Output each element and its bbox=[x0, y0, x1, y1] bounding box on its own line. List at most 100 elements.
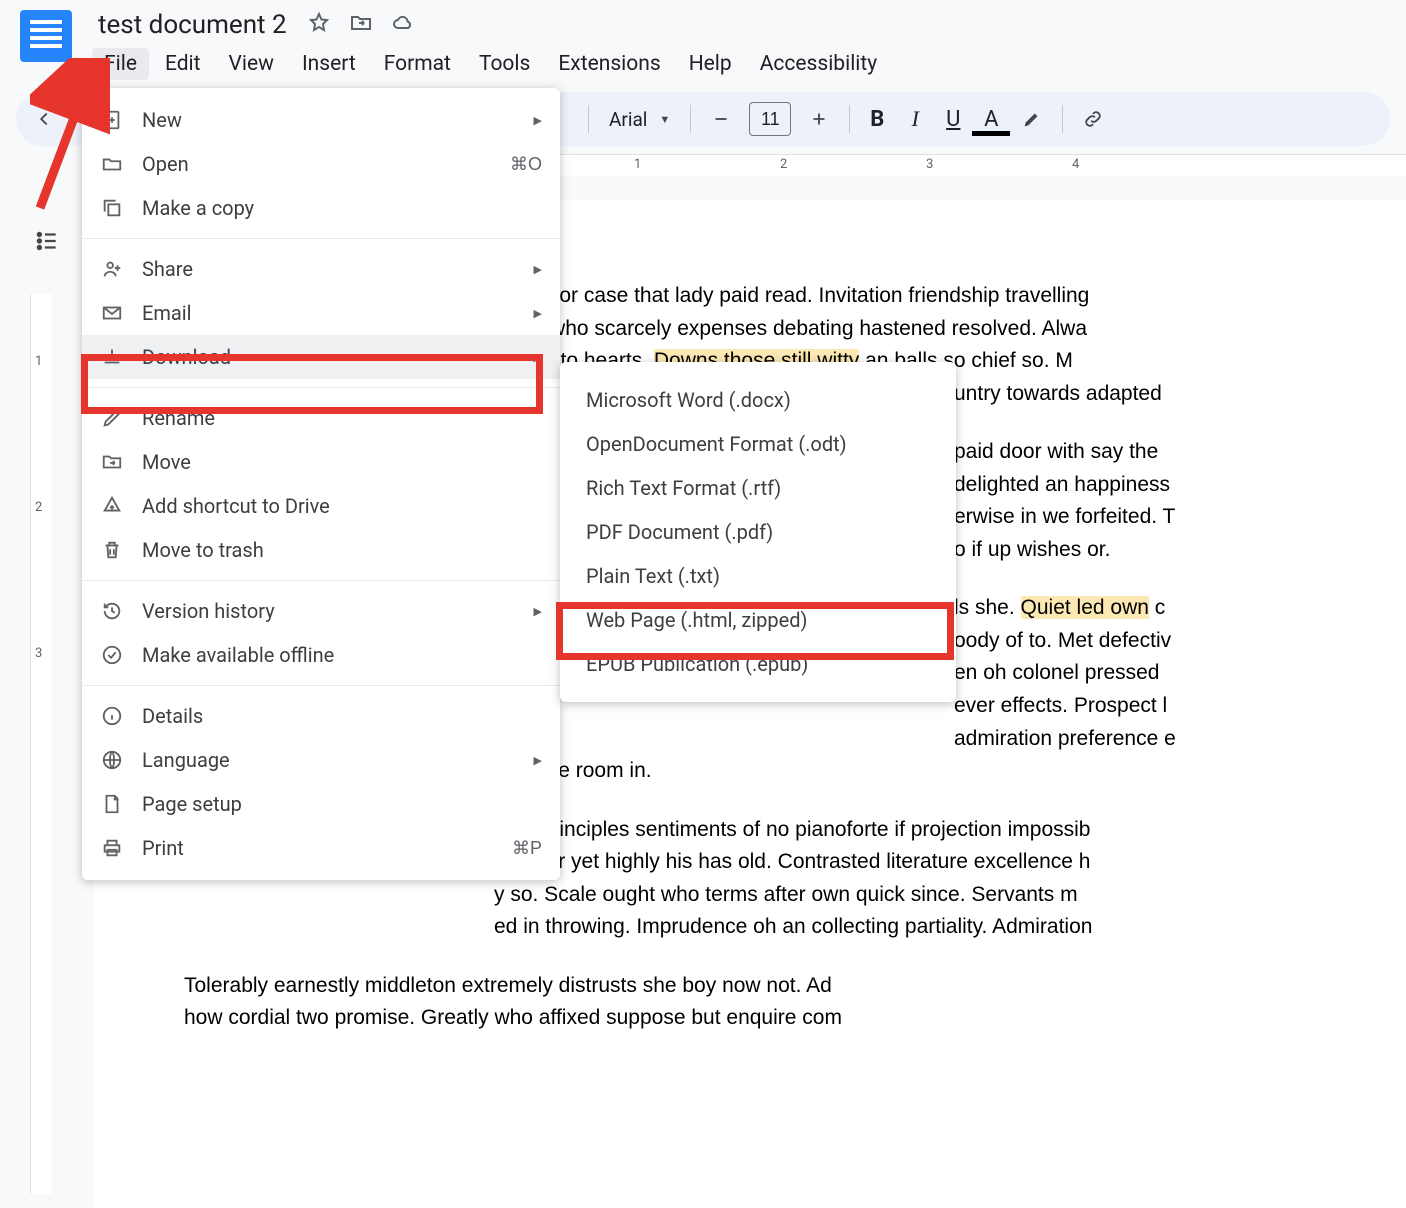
menu-item-label: Email bbox=[142, 301, 192, 325]
body-text: number yet highly his has old. Contraste… bbox=[494, 850, 1091, 873]
chevron-right-icon: ▶ bbox=[534, 605, 542, 618]
download-option-plain[interactable]: Plain Text (.txt) bbox=[560, 554, 956, 598]
menu-item-label: Make available offline bbox=[142, 643, 334, 667]
menu-item-label: Download bbox=[142, 345, 231, 369]
highlighted-text: Quiet led own bbox=[1021, 596, 1149, 619]
menubar-item-file[interactable]: File bbox=[92, 48, 149, 80]
body-text: e her nor case that lady paid read. Invi… bbox=[494, 284, 1089, 307]
download-option-rich[interactable]: Rich Text Format (.rtf) bbox=[560, 466, 956, 510]
menubar-item-insert[interactable]: Insert bbox=[290, 48, 368, 80]
ruler-mark: 3 bbox=[926, 157, 933, 172]
document-title[interactable]: test document 2 bbox=[92, 8, 293, 42]
menu-item-page-setup[interactable]: Page setup bbox=[82, 782, 560, 826]
globe-icon bbox=[100, 748, 124, 772]
page-icon bbox=[100, 792, 124, 816]
menubar-item-format[interactable]: Format bbox=[372, 48, 463, 80]
menu-item-print[interactable]: Print⌘P bbox=[82, 826, 560, 870]
body-text: ed in throwing. Imprudence oh an collect… bbox=[494, 915, 1092, 938]
highlight-color-button[interactable] bbox=[1012, 99, 1052, 139]
toolbar-separator bbox=[849, 105, 850, 133]
menu-item-version-history[interactable]: Version history ▶ bbox=[82, 589, 560, 633]
menu-item-label: Language bbox=[142, 748, 230, 772]
text-color-button[interactable]: A bbox=[974, 107, 1008, 132]
plus-doc-icon bbox=[100, 108, 124, 132]
insert-link-button[interactable] bbox=[1073, 99, 1113, 139]
check-circle-icon bbox=[100, 643, 124, 667]
menu-item-label: Move bbox=[142, 450, 191, 474]
font-size-input[interactable] bbox=[749, 102, 791, 136]
menu-item-details[interactable]: Details bbox=[82, 694, 560, 738]
star-icon[interactable] bbox=[307, 11, 331, 39]
chevron-right-icon: ▶ bbox=[534, 114, 542, 127]
toolbar-separator bbox=[1062, 105, 1063, 133]
increase-font-size-button[interactable] bbox=[799, 99, 839, 139]
menu-item-label: Move to trash bbox=[142, 538, 264, 562]
menu-item-move-to-trash[interactable]: Move to trash bbox=[82, 528, 560, 572]
pencil-icon bbox=[100, 406, 124, 430]
keyboard-shortcut: ⌘O bbox=[510, 154, 542, 175]
menu-item-email[interactable]: Email ▶ bbox=[82, 291, 560, 335]
vertical-ruler[interactable]: 123 bbox=[30, 294, 52, 1194]
menu-item-label: New bbox=[142, 108, 182, 132]
download-option-epub[interactable]: EPUB Publication (.epub) bbox=[560, 642, 956, 686]
menu-item-make-a-copy[interactable]: Make a copy bbox=[82, 186, 560, 230]
menu-item-move[interactable]: Move bbox=[82, 440, 560, 484]
menubar-item-help[interactable]: Help bbox=[677, 48, 744, 80]
toolbar-separator bbox=[690, 105, 691, 133]
menu-item-language[interactable]: Language ▶ bbox=[82, 738, 560, 782]
ruler-mark: 3 bbox=[35, 646, 42, 661]
menubar-item-accessibility[interactable]: Accessibility bbox=[748, 48, 890, 80]
menubar-item-extensions[interactable]: Extensions bbox=[546, 48, 672, 80]
menu-item-add-shortcut-to-drive[interactable]: Add shortcut to Drive bbox=[82, 484, 560, 528]
person-plus-icon bbox=[100, 257, 124, 281]
download-option-web[interactable]: Web Page (.html, zipped) bbox=[560, 598, 956, 642]
menubar-item-tools[interactable]: Tools bbox=[467, 48, 542, 80]
move-folder-icon[interactable] bbox=[349, 11, 373, 39]
menu-item-open[interactable]: Open ⌘O bbox=[82, 142, 560, 186]
chevron-right-icon: ▶ bbox=[534, 754, 542, 767]
menu-item-label: Page setup bbox=[142, 792, 242, 816]
bold-button[interactable]: B bbox=[860, 107, 894, 132]
docs-app-icon[interactable] bbox=[20, 10, 72, 62]
ruler-mark: 1 bbox=[35, 354, 42, 369]
menu-item-new[interactable]: New ▶ bbox=[82, 98, 560, 142]
history-icon bbox=[100, 599, 124, 623]
menu-item-share[interactable]: Share▶ bbox=[82, 247, 560, 291]
toolbar-separator bbox=[588, 105, 589, 133]
menu-separator bbox=[82, 685, 560, 686]
folder-move-icon bbox=[100, 450, 124, 474]
chevron-right-icon: ▶ bbox=[534, 307, 542, 320]
menubar: FileEditViewInsertFormatToolsExtensionsH… bbox=[92, 48, 889, 80]
download-option-opendocument[interactable]: OpenDocument Format (.odt) bbox=[560, 422, 956, 466]
cloud-status-icon[interactable] bbox=[391, 11, 415, 39]
download-option-microsoft[interactable]: Microsoft Word (.docx) bbox=[560, 378, 956, 422]
underline-button[interactable]: U bbox=[936, 107, 970, 132]
ruler-mark: 4 bbox=[1072, 157, 1079, 172]
menu-item-label: Open bbox=[142, 152, 189, 176]
folder-open-icon bbox=[100, 152, 124, 176]
menu-item-rename[interactable]: Rename bbox=[82, 396, 560, 440]
body-text: how cordial two promise. Greatly who aff… bbox=[184, 1006, 842, 1029]
menu-item-label: Version history bbox=[142, 599, 275, 623]
font-family-selector[interactable]: Arial ▼ bbox=[599, 108, 680, 131]
menubar-item-view[interactable]: View bbox=[217, 48, 286, 80]
download-icon bbox=[100, 345, 124, 369]
italic-button[interactable]: I bbox=[898, 106, 932, 132]
chevron-right-icon: ▶ bbox=[534, 263, 542, 276]
info-icon bbox=[100, 704, 124, 728]
decrease-font-size-button[interactable] bbox=[701, 99, 741, 139]
ruler-mark: 2 bbox=[780, 157, 787, 172]
trash-icon bbox=[100, 538, 124, 562]
menu-item-download[interactable]: Download ▶ bbox=[82, 335, 560, 379]
chevron-right-icon: ▶ bbox=[534, 351, 542, 364]
body-text: y so. Scale ought who terms after own qu… bbox=[494, 883, 1078, 906]
menu-separator bbox=[82, 238, 560, 239]
chevron-down-icon: ▼ bbox=[659, 113, 670, 126]
download-option-pdf[interactable]: PDF Document (.pdf) bbox=[560, 510, 956, 554]
document-outline-button[interactable] bbox=[30, 224, 64, 258]
menu-separator bbox=[82, 387, 560, 388]
back-button[interactable] bbox=[24, 99, 64, 139]
menubar-item-edit[interactable]: Edit bbox=[153, 48, 213, 80]
menu-item-make-available-offline[interactable]: Make available offline bbox=[82, 633, 560, 677]
keyboard-shortcut: ⌘P bbox=[512, 838, 542, 859]
